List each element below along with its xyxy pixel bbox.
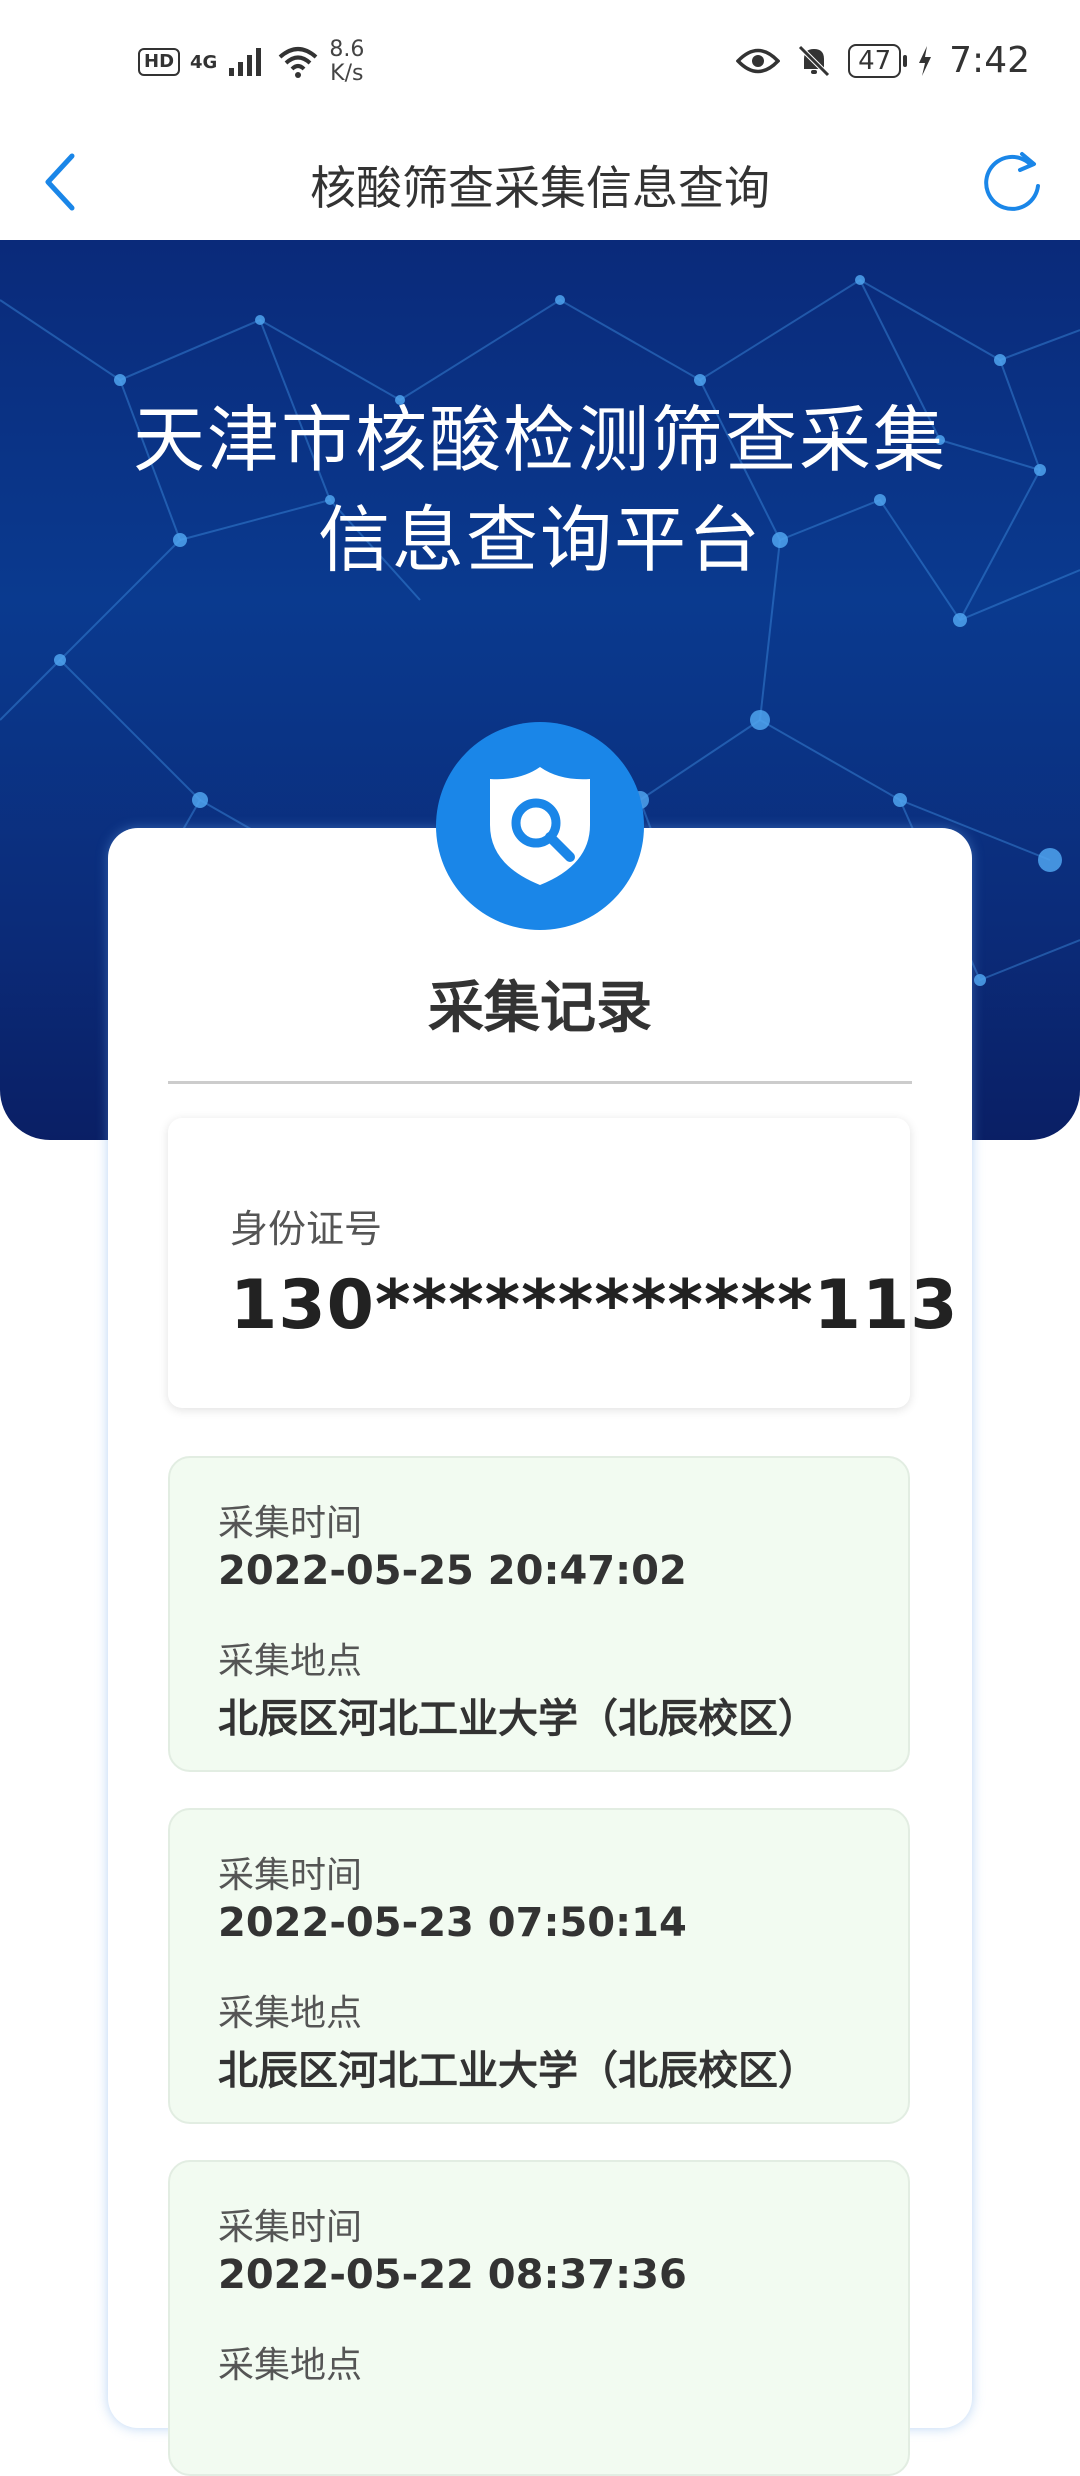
- battery-indicator: 47: [848, 43, 908, 78]
- time-label: 采集时间: [218, 1855, 363, 1896]
- record-item: 采集时间 2022-05-25 20:47:02 采集地点 北辰区河北工业大学（…: [168, 1456, 910, 1772]
- records-card: 采集记录 身份证号 130************113 采集时间 2022-0…: [108, 828, 972, 2476]
- shield-badge: [436, 722, 644, 930]
- record-item: 采集时间 2022-05-23 07:50:14 采集地点 北辰区河北工业大学（…: [168, 1808, 910, 2124]
- status-right: 47 7:42: [736, 40, 1030, 81]
- shield-search-icon: [490, 767, 590, 885]
- status-left: HD 4G 8.6 K/s: [138, 38, 364, 86]
- speed-unit: K/s: [330, 61, 364, 86]
- time-value: 2022-05-23 07:50:14: [218, 1900, 687, 1946]
- card-title: 采集记录: [428, 976, 652, 1041]
- id-label: 身份证号: [230, 1207, 383, 1251]
- network-speed: 8.6 K/s: [329, 38, 364, 86]
- place-label: 采集地点: [218, 2345, 363, 2386]
- hd-icon: HD: [138, 48, 181, 76]
- wifi-icon: [279, 47, 318, 78]
- time-value: 2022-05-22 08:37:36: [218, 2252, 687, 2298]
- speed-value: 8.6: [329, 37, 365, 62]
- mute-bell-icon: [798, 44, 830, 77]
- id-number-box: 身份证号 130************113: [168, 1118, 958, 1408]
- charging-icon: [919, 45, 932, 76]
- time-label: 采集时间: [218, 2207, 363, 2248]
- record-item: 采集时间 2022-05-22 08:37:36 采集地点: [168, 2160, 910, 2476]
- nav-bar: 核酸筛查采集信息查询: [0, 130, 1080, 240]
- clock: 7:42: [949, 40, 1030, 81]
- place-label: 采集地点: [218, 1641, 363, 1682]
- eye-icon: [736, 48, 781, 73]
- time-label: 采集时间: [218, 1503, 363, 1544]
- hero-title-line-2: 信息查询平台: [317, 498, 762, 582]
- status-bar: HD 4G 8.6 K/s 47 7:42: [0, 0, 1080, 130]
- hero-title: 天津市核酸检测筛查采集 信息查询平台: [0, 390, 1080, 590]
- refresh-button[interactable]: [972, 142, 1052, 222]
- page-title: 核酸筛查采集信息查询: [310, 161, 770, 215]
- place-value: 北辰区河北工业大学（北辰校区）: [218, 1696, 818, 1742]
- refresh-icon: [984, 152, 1040, 211]
- id-value: 130************113: [230, 1266, 959, 1345]
- signal-icon: [229, 48, 262, 76]
- place-value: 北辰区河北工业大学（北辰校区）: [218, 2048, 818, 2094]
- time-value: 2022-05-25 20:47:02: [218, 1548, 687, 1594]
- hero-title-line-1: 天津市核酸检测筛查采集: [132, 398, 947, 482]
- place-label: 采集地点: [218, 1993, 363, 2034]
- network-type: 4G: [190, 51, 218, 73]
- divider: [168, 1081, 912, 1084]
